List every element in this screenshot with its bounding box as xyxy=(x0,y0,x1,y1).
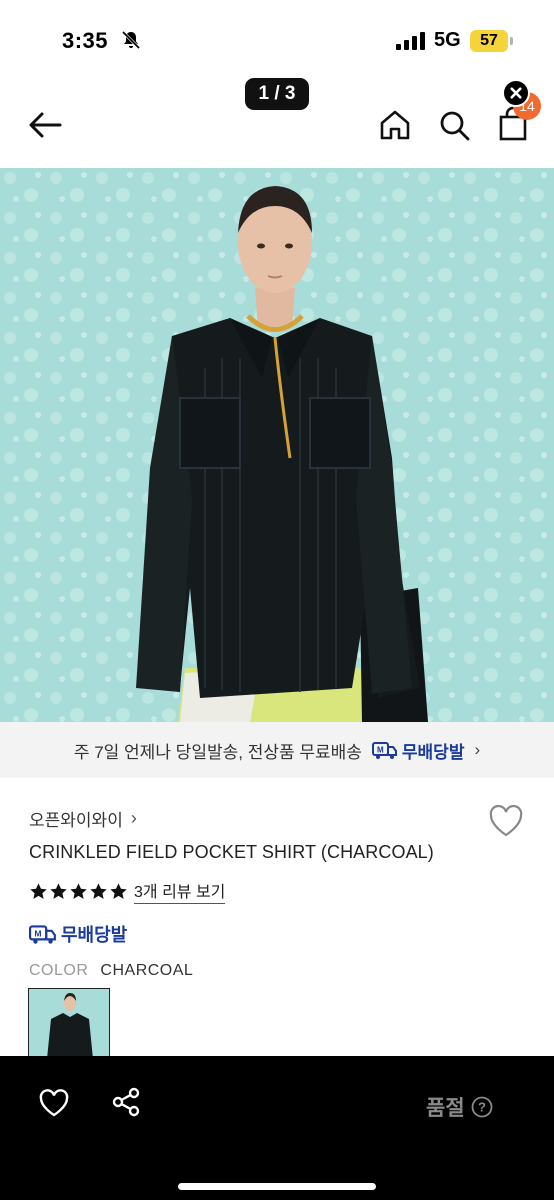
heart-icon[interactable] xyxy=(38,1088,70,1118)
shipping-banner-text: 주 7일 언제나 당일발송, 전상품 무료배송 xyxy=(73,742,362,762)
image-page-indicator: 1 / 3 xyxy=(245,78,309,110)
share-icon[interactable] xyxy=(110,1086,142,1118)
sold-out-label: 품절 xyxy=(426,1097,465,1120)
review-link[interactable]: 3개 리뷰 보기 xyxy=(134,878,226,904)
sold-out-status: 품절 ? xyxy=(426,1092,493,1122)
top-navigation: 1 / 3 14 xyxy=(0,78,554,168)
home-icon[interactable] xyxy=(378,108,412,142)
color-value: CHARCOAL xyxy=(100,962,194,979)
model-photo xyxy=(0,168,554,722)
star-icon xyxy=(90,882,107,899)
shop-name: 오픈와이와이 xyxy=(29,811,123,830)
free-shipping-badge-label: 무배당발 xyxy=(401,742,465,762)
rating-row: 3개 리뷰 보기 xyxy=(29,878,226,904)
battery-tip xyxy=(510,37,513,45)
star-icon xyxy=(30,882,47,899)
svg-text:M: M xyxy=(377,746,384,755)
shipping-banner[interactable]: 주 7일 언제나 당일발송, 전상품 무료배송 M 무배당발 › xyxy=(0,722,554,778)
chevron-right-icon: › xyxy=(474,740,481,759)
svg-text:?: ? xyxy=(478,1100,486,1115)
color-option-thumbnail[interactable] xyxy=(28,988,110,1058)
status-time: 3:35 xyxy=(62,28,109,53)
thumbnail-photo xyxy=(29,989,109,1057)
battery-indicator: 57 xyxy=(470,30,508,52)
star-icon xyxy=(50,882,67,899)
bottom-action-bar: 품절 ? xyxy=(0,1056,554,1200)
bell-muted-icon xyxy=(121,30,141,50)
back-arrow-icon[interactable] xyxy=(26,108,64,142)
home-indicator xyxy=(178,1183,376,1190)
cellular-signal-icon xyxy=(396,32,425,50)
network-type: 5G xyxy=(434,29,461,51)
chevron-right-icon: › xyxy=(130,808,137,828)
question-circle-icon[interactable]: ? xyxy=(471,1096,493,1118)
star-rating xyxy=(29,882,128,901)
delivery-truck-icon: M xyxy=(29,925,56,944)
status-bar: 3:35 5G 57 xyxy=(0,0,554,78)
product-image[interactable] xyxy=(0,168,554,722)
svg-text:M: M xyxy=(34,929,41,939)
star-icon xyxy=(70,882,87,899)
search-icon[interactable] xyxy=(437,108,471,142)
free-shipping-badge: M 무배당발 xyxy=(29,921,127,947)
free-shipping-badge-label: 무배당발 xyxy=(61,925,128,945)
star-icon xyxy=(110,882,127,899)
shop-link[interactable]: 오픈와이와이 › xyxy=(29,806,137,831)
free-shipping-badge: M 무배당발 xyxy=(371,738,465,763)
color-row: COLOR CHARCOAL xyxy=(29,962,193,980)
heart-wishlist-icon[interactable] xyxy=(488,804,524,838)
delivery-truck-icon: M xyxy=(371,742,397,759)
close-icon[interactable] xyxy=(502,79,530,107)
color-label: COLOR xyxy=(29,962,89,979)
product-title: CRINKLED FIELD POCKET SHIRT (CHARCOAL) xyxy=(29,842,434,862)
